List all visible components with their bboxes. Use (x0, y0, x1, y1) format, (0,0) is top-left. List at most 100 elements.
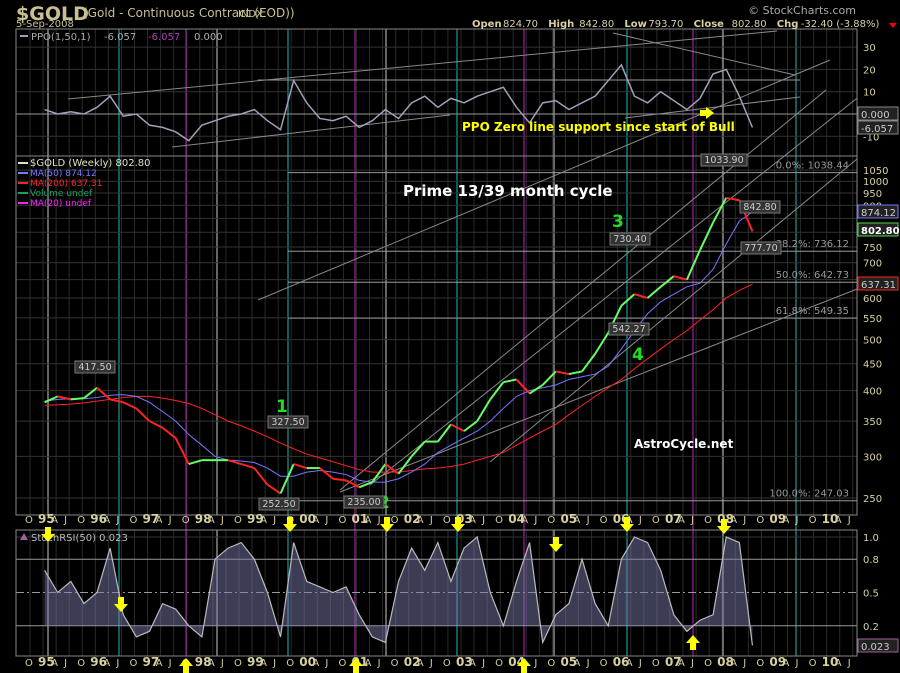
time-axis-label: J (586, 515, 590, 526)
time-axis-label: J (272, 515, 276, 526)
price-tick-label: 750 (863, 243, 882, 254)
time-axis-label: J (742, 515, 746, 526)
close-tag: 802.80 (861, 226, 900, 237)
time-axis-label: O (600, 658, 608, 669)
ma200-tag: 637.31 (861, 280, 896, 291)
time-axis-label: J (324, 515, 328, 526)
price-label: 1033.90 (704, 155, 743, 166)
price-segment (581, 353, 596, 373)
price-label: 417.50 (78, 362, 111, 373)
price-tick-label: 550 (863, 314, 882, 325)
fib-label: 50.0%: 642.73 (776, 270, 849, 281)
price-tick-label: 350 (863, 417, 882, 428)
price-segment (293, 463, 308, 470)
time-axis-label: A (574, 658, 581, 669)
time-axis-label: J (377, 658, 381, 669)
price-segment (555, 370, 570, 376)
time-axis-label: J (63, 515, 67, 526)
time-axis-label: O (652, 658, 660, 669)
cycle-number: 3 (612, 212, 624, 232)
time-axis-label: O (495, 515, 503, 526)
price-segment (371, 463, 387, 483)
time-axis-label: A (103, 515, 110, 526)
ma50-tag: 874.12 (861, 208, 896, 219)
time-axis-label: J (690, 515, 694, 526)
ppo-tick-label: 20 (863, 65, 876, 76)
time-axis-label: O (756, 515, 764, 526)
time-axis-label: A (678, 658, 685, 669)
time-axis-label: J (638, 515, 642, 526)
price-segment (503, 378, 517, 384)
time-axis-label: O (77, 658, 85, 669)
time-axis-label: J (795, 515, 799, 526)
time-axis-label: J (220, 658, 224, 669)
time-axis-label: A (365, 515, 372, 526)
time-axis-label: A (730, 515, 737, 526)
time-axis-label: J (533, 515, 537, 526)
time-axis-label: A (51, 515, 58, 526)
price-segment (634, 293, 648, 299)
trend-line (339, 89, 827, 491)
chart-date: 5-Sep-2008 (16, 19, 74, 30)
ohlc-label: Open (472, 19, 502, 30)
stoch-tick-label: 0.2 (863, 622, 879, 633)
ppo-legend-name: PPO(1,50,1) (31, 32, 91, 43)
ohlc-label: Chg (777, 19, 799, 30)
fib-label: 0.0%: 1038.44 (776, 161, 849, 172)
price-legend-item: MA(50) 874.12 (30, 169, 97, 179)
time-axis-label: O (129, 658, 137, 669)
price-label: 252.50 (262, 499, 295, 510)
price-segment (646, 286, 662, 299)
gold-chart: 0.0%: 1038.44 38.2%: 736.12 50.0%: 642.73 6… (15, 3, 900, 673)
fib-label: 100.0%: 247.03 (769, 489, 849, 500)
time-axis-label: J (115, 658, 119, 669)
price-legend-item: MA(200) 637.31 (30, 179, 102, 189)
trend-line (612, 32, 796, 76)
ohlc-value: 824.70 (503, 19, 538, 30)
price-legend-item: $GOLD (Weekly) 802.80 (30, 158, 151, 169)
time-axis-label: A (678, 515, 685, 526)
time-axis-label: A (521, 515, 528, 526)
time-axis-label: J (742, 658, 746, 669)
cycle-number: 4 (632, 345, 644, 365)
price-segment (437, 423, 452, 443)
time-axis-label: O (547, 515, 555, 526)
time-axis-label: J (377, 515, 381, 526)
price-segment (529, 384, 544, 395)
price-segment (726, 196, 740, 202)
ohlc-value: 802.80 (732, 19, 767, 30)
price-segment (332, 477, 347, 482)
arrow-down-icon (549, 537, 563, 552)
time-axis-label: A (260, 658, 267, 669)
down-triangle-icon (889, 23, 897, 28)
time-axis-label: A (417, 658, 424, 669)
time-axis-label: J (847, 515, 851, 526)
time-axis-label: O (495, 658, 503, 669)
price-segment (699, 222, 715, 251)
price-segment (620, 293, 636, 307)
exchange-label: INDX (238, 9, 263, 20)
price-label: 327.50 (271, 417, 304, 428)
time-axis-label: O (338, 658, 346, 669)
cycle-number: 1 (276, 397, 288, 417)
time-axis-label: O (600, 515, 608, 526)
time-axis-label: A (312, 515, 319, 526)
price-segment (594, 332, 610, 355)
time-axis-label: A (208, 658, 215, 669)
ppo-hist-value: 0.000 (194, 32, 223, 43)
time-axis-label: A (208, 515, 215, 526)
time-axis-label: J (63, 658, 67, 669)
time-axis-label: J (795, 658, 799, 669)
ppo-annotation: PPO Zero line support since start of Bul… (462, 120, 735, 134)
time-axis-label: J (168, 658, 172, 669)
time-axis-label: O (25, 515, 33, 526)
stoch-tick-label: 1.0 (863, 533, 879, 544)
price-segment (568, 370, 583, 376)
price-legend-item: Volume undef (30, 189, 93, 199)
time-axis-label: O (704, 515, 712, 526)
ppo-legend-value: -6.057 (104, 32, 136, 43)
time-axis-label: O (129, 515, 137, 526)
price-segment (70, 397, 85, 401)
stoch-value-tag: 0.023 (861, 642, 890, 653)
ohlc-value: 842.80 (579, 19, 614, 30)
